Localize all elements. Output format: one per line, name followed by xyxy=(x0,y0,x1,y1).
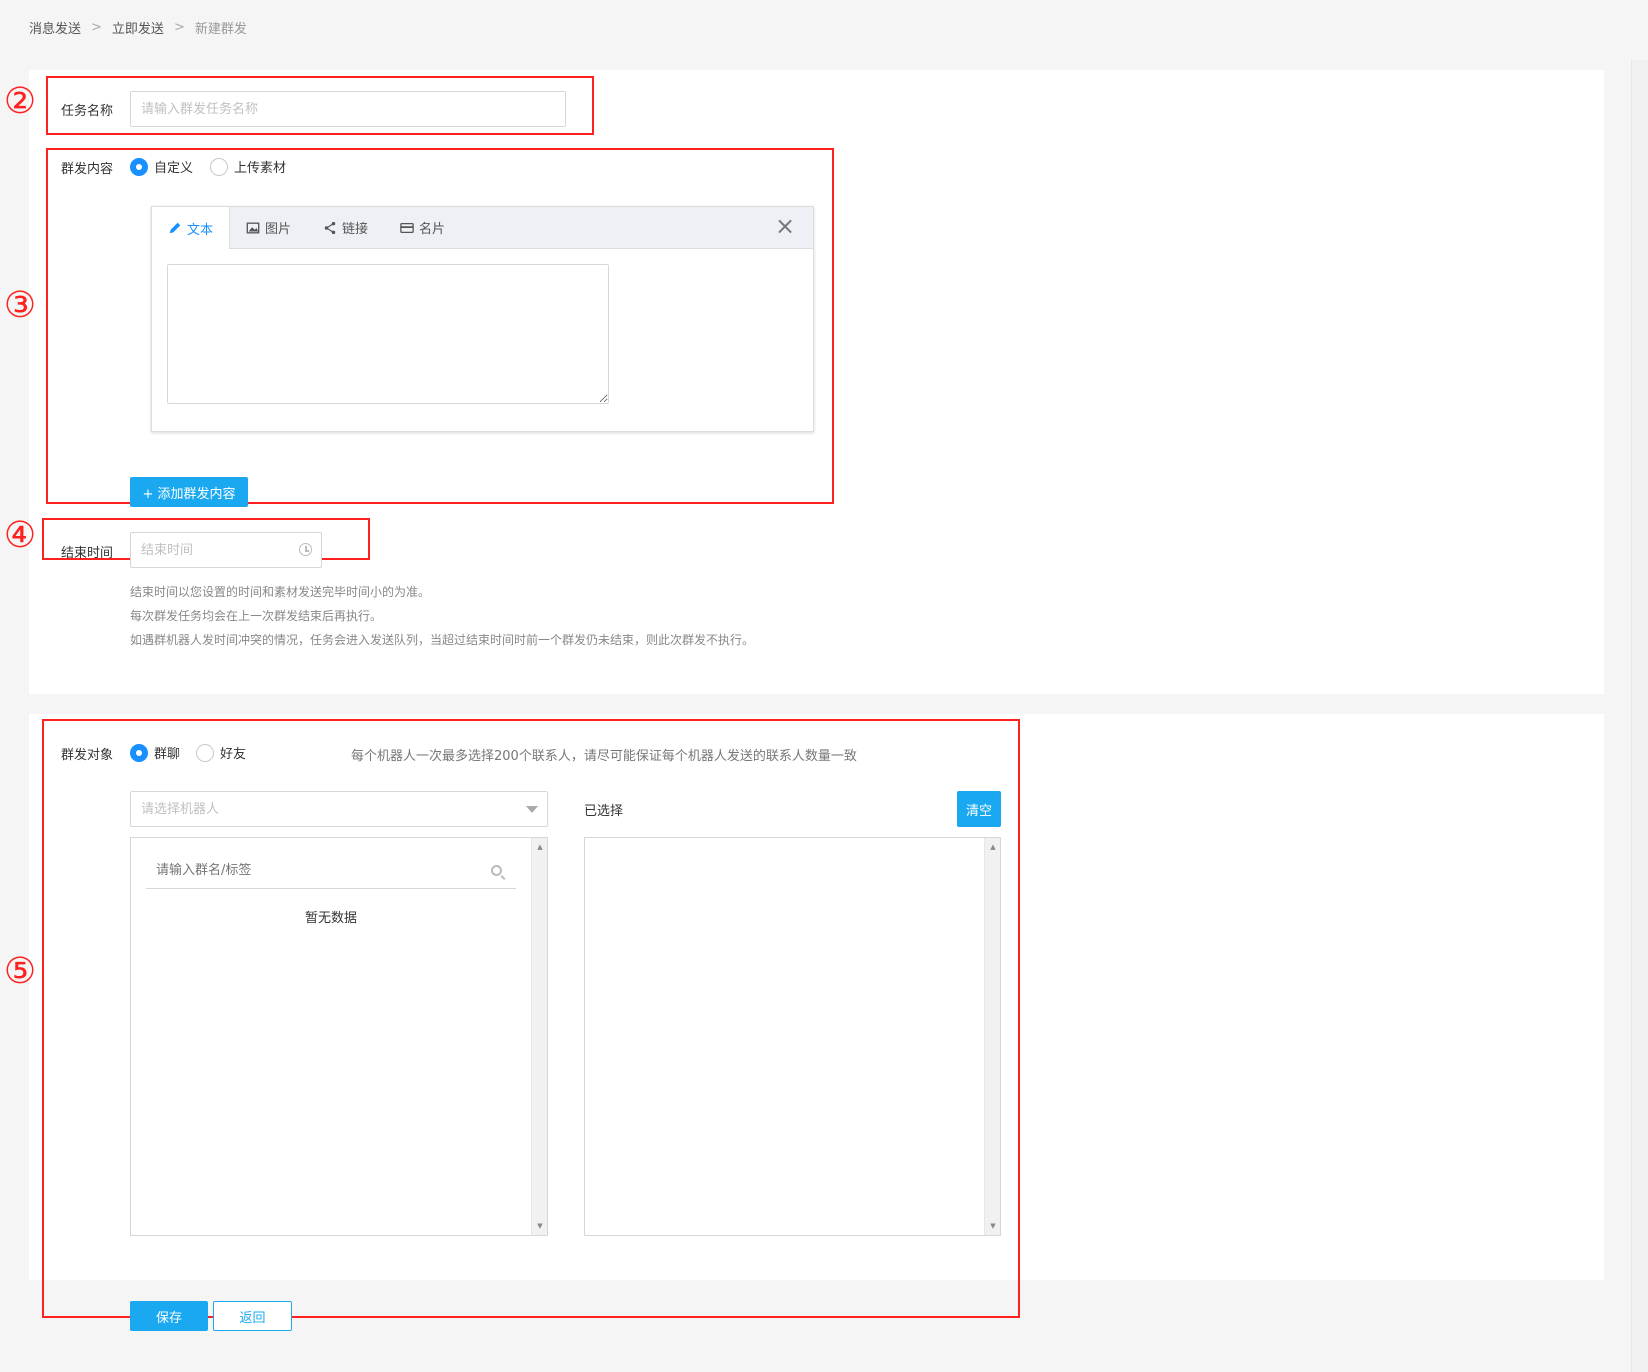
end-time-picker[interactable] xyxy=(130,532,322,568)
target-note: 每个机器人一次最多选择200个联系人，请尽可能保证每个机器人发送的联系人数量一致 xyxy=(351,749,857,764)
annotation-number-2: ② xyxy=(3,81,37,122)
target-option-group-label: 群聊 xyxy=(154,747,181,762)
save-button[interactable]: 保存 xyxy=(130,1301,208,1331)
end-time-hint-2: 每次群发任务均会在上一次群发结束后再执行。 xyxy=(130,609,383,623)
robot-select[interactable] xyxy=(130,791,548,827)
close-icon[interactable]: × xyxy=(775,214,795,238)
breadcrumb-item-instant-send[interactable]: 立即发送 xyxy=(112,18,164,37)
content-option-upload-label: 上传素材 xyxy=(234,161,287,176)
image-icon xyxy=(246,222,260,233)
end-time-label: 结束时间 xyxy=(61,546,114,561)
tab-card[interactable]: 名片 xyxy=(384,207,461,248)
group-search-input[interactable] xyxy=(146,853,486,887)
end-time-hint-3: 如遇群机器人发时间冲突的情况，任务会进入发送队列，当超过结束时间时前一个群发仍未… xyxy=(130,633,755,647)
tab-image-label: 图片 xyxy=(265,222,292,237)
editor-tabs: 文本 图片 链接 名片 × xyxy=(152,207,813,249)
annotation-number-4: ④ xyxy=(3,515,37,556)
target-label: 群发对象 xyxy=(61,748,114,763)
target-option-friend-label: 好友 xyxy=(220,747,247,762)
task-name-label: 任务名称 xyxy=(61,104,114,119)
content-option-upload[interactable]: 上传素材 xyxy=(210,157,286,176)
clock-icon xyxy=(299,543,312,556)
target-option-group[interactable]: 群聊 xyxy=(130,743,180,762)
radio-checked-icon xyxy=(130,157,148,176)
tab-card-label: 名片 xyxy=(419,222,446,237)
chevron-down-icon xyxy=(526,806,538,813)
content-textarea[interactable] xyxy=(167,264,609,404)
content-editor: 文本 图片 链接 名片 × xyxy=(151,206,814,432)
end-time-hint-1: 结束时间以您设置的时间和素材发送完毕时间小的为准。 xyxy=(130,585,431,599)
content-option-custom-label: 自定义 xyxy=(154,161,194,176)
tab-text[interactable]: 文本 xyxy=(152,207,231,249)
page-scrollbar[interactable] xyxy=(1631,60,1648,1372)
group-list: 暂无数据 ▲ ▼ xyxy=(130,837,548,1236)
share-icon xyxy=(324,221,336,234)
radio-unchecked-icon xyxy=(210,157,228,176)
card-icon xyxy=(400,222,414,233)
group-list-scrollbar[interactable]: ▲ ▼ xyxy=(531,838,547,1235)
add-content-button[interactable]: + 添加群发内容 xyxy=(130,477,248,507)
content-label: 群发内容 xyxy=(61,162,114,177)
scroll-down-icon[interactable]: ▼ xyxy=(985,1219,1001,1233)
search-icon xyxy=(491,865,502,876)
annotation-number-3: ③ xyxy=(3,285,37,326)
empty-text: 暂无数据 xyxy=(304,911,357,926)
radio-unchecked-icon xyxy=(196,743,214,762)
selected-title: 已选择 xyxy=(584,804,624,819)
breadcrumb-separator: > xyxy=(91,20,102,35)
pencil-icon xyxy=(169,222,181,234)
tab-link[interactable]: 链接 xyxy=(307,207,384,248)
breadcrumb-item-current: 新建群发 xyxy=(194,22,247,37)
selected-list-scrollbar[interactable]: ▲ ▼ xyxy=(984,838,1000,1235)
target-option-friend[interactable]: 好友 xyxy=(196,743,246,762)
task-name-input[interactable] xyxy=(130,91,566,127)
group-search[interactable] xyxy=(146,853,516,889)
tab-link-label: 链接 xyxy=(342,222,369,237)
annotation-number-5: ⑤ xyxy=(3,951,37,992)
scroll-down-icon[interactable]: ▼ xyxy=(532,1219,548,1233)
selected-list: ▲ ▼ xyxy=(584,837,1001,1236)
scroll-up-icon[interactable]: ▲ xyxy=(532,840,548,854)
clear-button[interactable]: 清空 xyxy=(957,791,1001,827)
content-option-custom[interactable]: 自定义 xyxy=(130,157,193,176)
end-time-input[interactable] xyxy=(130,532,322,568)
scroll-up-icon[interactable]: ▲ xyxy=(985,840,1001,854)
tab-text-label: 文本 xyxy=(187,222,214,238)
back-button[interactable]: 返回 xyxy=(213,1301,292,1331)
tab-image[interactable]: 图片 xyxy=(230,207,307,248)
radio-checked-icon xyxy=(130,743,148,762)
breadcrumb-separator: > xyxy=(173,20,185,35)
breadcrumb: 消息发送 > 立即发送 > 新建群发 xyxy=(29,18,247,37)
breadcrumb-item-message-send[interactable]: 消息发送 xyxy=(29,18,81,37)
robot-select-input[interactable] xyxy=(130,791,548,827)
